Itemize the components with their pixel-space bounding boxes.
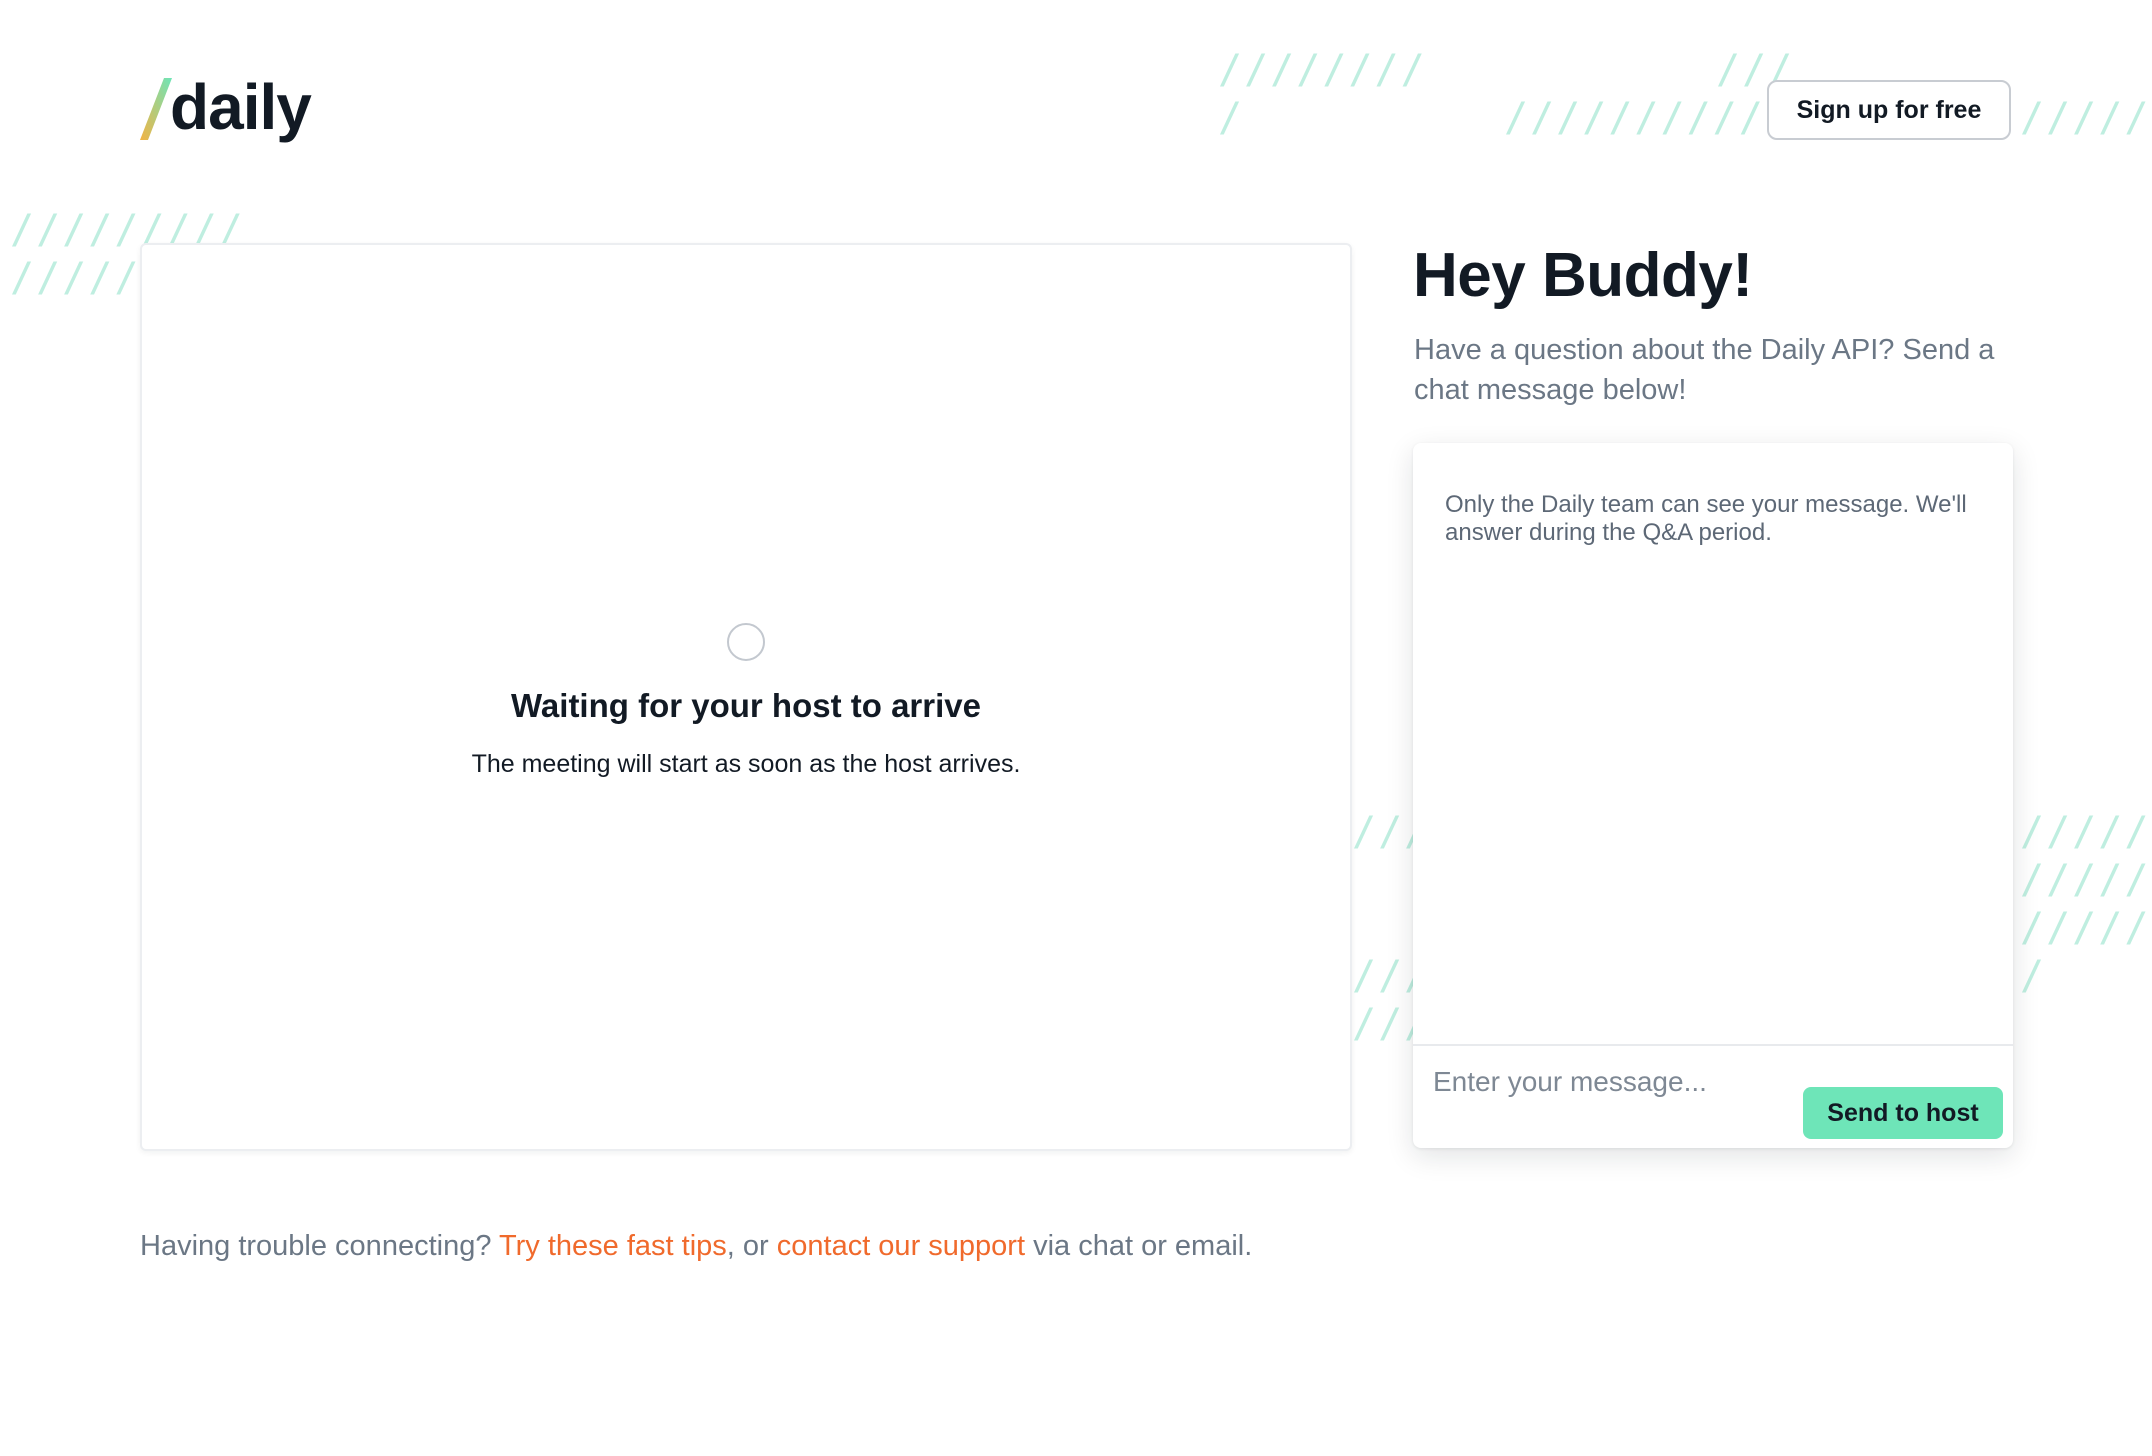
help-text: Having trouble connecting? Try these fas… <box>140 1230 1252 1263</box>
decorative-slashes: ////////// <box>1504 95 1765 141</box>
logo-slash-icon <box>140 78 172 140</box>
loading-spinner-icon <box>727 623 765 661</box>
decorative-slashes: //////// / <box>1218 47 1427 141</box>
greeting-heading: Hey Buddy! <box>1413 241 1753 310</box>
waiting-subtitle: The meeting will start as soon as the ho… <box>471 750 1021 778</box>
fast-tips-link[interactable]: Try these fast tips <box>499 1230 727 1262</box>
contact-support-link[interactable]: contact our support <box>777 1230 1025 1262</box>
chat-privacy-note: Only the Daily team can see your message… <box>1445 491 1967 546</box>
signup-button[interactable]: Sign up for free <box>1767 80 2011 140</box>
logo-wordmark: daily <box>170 71 312 143</box>
help-prefix: Having trouble connecting? <box>140 1230 499 1262</box>
daily-logo[interactable]: daily <box>138 71 312 144</box>
decorative-slashes: ///// <box>2020 95 2151 141</box>
waiting-title: Waiting for your host to arrive <box>511 687 981 724</box>
decorative-slashes: ///// ///// ///// / <box>2020 809 2151 999</box>
intro-text: Have a question about the Daily API? Sen… <box>1414 334 1995 406</box>
help-suffix: via chat or email. <box>1025 1230 1253 1262</box>
send-to-host-button[interactable]: Send to host <box>1803 1087 2003 1139</box>
chat-panel: Only the Daily team can see your message… <box>1413 443 2013 1148</box>
video-panel: Waiting for your host to arrive The meet… <box>140 243 1352 1151</box>
help-middle: , or <box>726 1230 777 1262</box>
chat-divider <box>1413 1044 2013 1046</box>
chat-message-input[interactable] <box>1433 1057 1793 1107</box>
